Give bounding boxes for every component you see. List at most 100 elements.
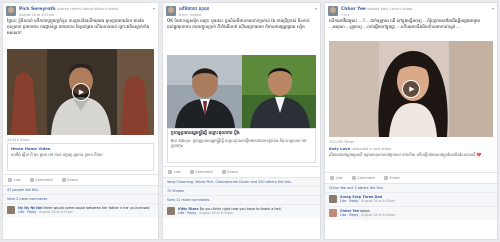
share-icon (383, 176, 388, 180)
video-description: ដើរកាយនៅគ្លោងអូនឈឺ ខ្សោយសុខភាពនៅប្រទេស ច… (329, 152, 482, 157)
share-button[interactable]: Share (221, 170, 238, 174)
play-icon[interactable]: ▶ (402, 80, 420, 98)
chevron-down-icon[interactable]: ▾ (492, 6, 494, 11)
comment-button[interactable]: Comment (29, 178, 53, 182)
like-button[interactable]: Like (8, 178, 21, 182)
comment-item: Chhor Yee អរគុណ Like · Reply · August 26… (325, 205, 497, 220)
commenter-name[interactable]: Kitty Rizos (178, 207, 199, 211)
feed-post-3: Chhor Yee shared Katy Love's video. 7 hr… (324, 2, 498, 240)
chevron-down-icon[interactable]: ▾ (153, 6, 155, 11)
link-image-right (241, 55, 316, 128)
comment-text: អរគុណ (360, 208, 370, 213)
author-name[interactable]: សម៉ែតចយ ណុណ (179, 7, 209, 12)
comment-text: there would come cause between her fathe… (43, 206, 150, 210)
comment-icon (189, 170, 194, 174)
action-bar: Like Comment Share (163, 166, 320, 177)
shared-note: shared Katy Love's video. (367, 7, 414, 11)
comment-item: Ny Ny Nt Nm there would come cause betwe… (3, 203, 158, 217)
post-body: OK ចំពោះហ្វេសប៊ុក ឈ្មោះ មួយនេះ ប្រសិនបើម… (167, 18, 310, 29)
share-icon (61, 178, 66, 182)
play-icon[interactable]: ▶ (71, 83, 90, 101)
thumbs-up-icon (330, 176, 334, 180)
share-icon (221, 170, 226, 174)
avatar[interactable] (166, 6, 176, 16)
uploader-name[interactable]: Katy Love (329, 146, 350, 151)
comment-like-link[interactable]: Like (340, 213, 346, 217)
link-image[interactable] (167, 55, 316, 128)
action-bar: Like Comment Share (325, 172, 497, 183)
thumbs-up-icon (168, 170, 172, 174)
post-header: សម៉ែតចយ ណុណ 8 hrs · Edited · ▾ (163, 3, 320, 17)
link-description: អ៊ុយ ស៊ុងសុខ: ប្រពន្ធ​ប្រធាន​រដ្ឋមន្ត្រី… (171, 138, 307, 149)
comment-item: Kitty Rizos Do you think right now you h… (163, 204, 320, 218)
chevron-down-icon[interactable]: ▾ (315, 6, 317, 11)
avatar[interactable] (328, 6, 338, 16)
share-button[interactable]: Share (383, 176, 400, 180)
feed-post-1: Pich Sereyroth shared Hmen-Home-Video's … (2, 2, 159, 240)
video-thumbnail[interactable]: ▶ (329, 41, 493, 137)
comment-label: Comment (195, 170, 213, 174)
comment-reply-link[interactable]: Reply (187, 211, 196, 215)
share-label: Share (227, 170, 238, 174)
comment-button[interactable]: Comment (189, 170, 213, 174)
view-more-comments[interactable]: View 2 more comments (3, 194, 158, 203)
comment-like-link[interactable]: Like (178, 211, 184, 215)
link-title[interactable]: Hmen Home Video (11, 146, 150, 151)
comment-time[interactable]: August 26 at 6:34pm (199, 211, 233, 215)
comment-icon (29, 178, 34, 182)
like-button[interactable]: Like (168, 170, 181, 174)
post-body: លើកយកវីដេអូនេះ ...?... ដាក់ឲ្យម្ដាយ ឈឺ ន… (329, 18, 481, 29)
commenter-name[interactable]: Chhor Yee (340, 209, 359, 213)
uploaded-note: uploaded a new video (351, 147, 392, 151)
commenter-avatar[interactable] (329, 195, 337, 203)
comment-time[interactable]: August 26 at 6:44pm (361, 213, 395, 217)
view-more-comments[interactable]: View 11 more comments (163, 195, 320, 204)
shared-video-info: Katy Love uploaded a new video ដើរកាយនៅគ… (329, 145, 493, 169)
comment-reply-link[interactable]: Reply (349, 213, 358, 217)
like-label: Like (173, 170, 181, 174)
portrait-right (241, 55, 316, 128)
post-body: ថ្ងៃនេះ ខ្ញុំមិនបាច់ លើកពាក្យមួយប្រាំបួន… (7, 18, 150, 35)
comment-reply-link[interactable]: Reply (27, 210, 36, 214)
comment-button[interactable]: Comment (351, 176, 375, 180)
link-preview[interactable]: Hmen Home Video សាមីងុំ ឆ្លើយ ពី មុខ ម្ដ… (7, 143, 154, 171)
shared-note: shared Hmen-Home-Video's video. (56, 7, 119, 11)
thumbs-up-icon (8, 178, 12, 182)
comment-like-link[interactable]: Like (340, 199, 346, 203)
author-name[interactable]: Chhor Yee (341, 7, 366, 12)
action-bar: Like Comment Share (3, 174, 158, 185)
author-name[interactable]: Pich Sereyroth (19, 7, 56, 12)
link-image-left (167, 55, 242, 128)
portrait-left (167, 55, 242, 128)
share-label: Share (389, 176, 400, 180)
share-count[interactable]: 72 Shares (163, 186, 320, 195)
commenter-avatar[interactable] (167, 207, 175, 215)
like-label: Like (13, 178, 21, 182)
comment-like-link[interactable]: Like (18, 210, 24, 214)
post-header: Pich Sereyroth shared Hmen-Home-Video's … (3, 3, 158, 17)
post-header: Chhor Yee shared Katy Love's video. 7 hr… (325, 3, 497, 17)
link-title[interactable]: ប្រពន្ធ​ប្រធានរដ្ឋមន្ត្រីធ្វើ ឈ្មោះ​តុលា… (171, 131, 312, 137)
comment-text: Do you think right now you have to thank… (199, 207, 282, 211)
share-button[interactable]: Share (61, 178, 78, 182)
comment-icon (351, 176, 356, 180)
comment-time[interactable]: August 26 at 6:42pm (361, 199, 395, 203)
commenter-avatar[interactable] (7, 206, 15, 214)
comment-reply-link[interactable]: Reply (349, 199, 358, 203)
video-thumbnail[interactable]: ▶ (7, 49, 154, 135)
likes-summary[interactable]: 47 people like this. (3, 185, 158, 194)
comment-time[interactable]: August 26 at 6:15pm (39, 210, 73, 214)
likes-summary[interactable]: Veng Chanrong, Veinia Pich, Chansamnea C… (163, 177, 320, 186)
avatar[interactable] (6, 6, 16, 16)
commenter-avatar[interactable] (329, 208, 337, 217)
comment-label: Comment (357, 176, 375, 180)
likes-summary[interactable]: Chhor Yee and 3 others like this. (325, 183, 497, 192)
comment-item: Sreap Srep Three Dad Like · Reply · Augu… (325, 192, 497, 206)
comment-label: Comment (35, 178, 53, 182)
like-label: Like (335, 176, 343, 180)
commenter-name[interactable]: Sreap Srep Three Dad (340, 195, 382, 199)
commenter-name[interactable]: Ny Ny Nt Nm (18, 206, 42, 210)
share-label: Share (67, 178, 78, 182)
like-button[interactable]: Like (330, 176, 343, 180)
link-preview[interactable]: ប្រពន្ធ​ប្រធានរដ្ឋមន្ត្រីធ្វើ ឈ្មោះ​តុលា… (167, 128, 316, 163)
